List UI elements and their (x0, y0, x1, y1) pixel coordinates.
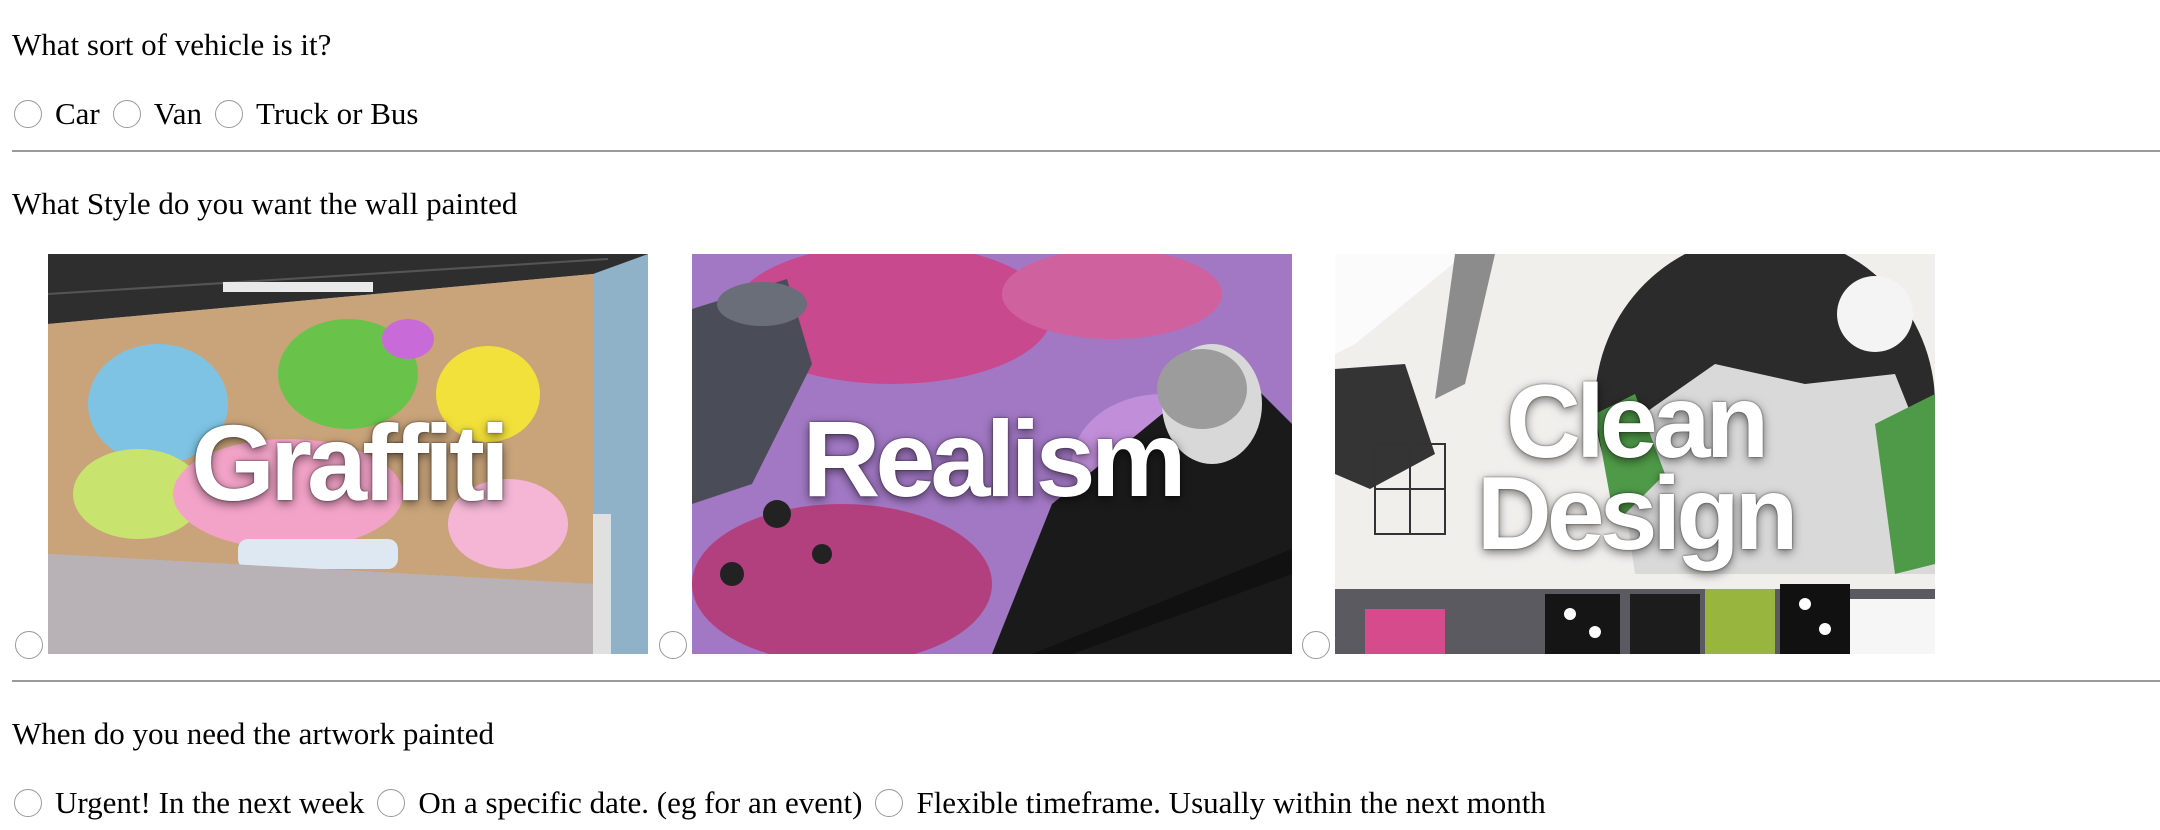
vehicle-options: Car Van Truck or Bus (14, 96, 431, 132)
vehicle-radio-truck-bus[interactable] (214, 100, 243, 128)
vehicle-question: What sort of vehicle is it? (12, 27, 332, 62)
realism-title-overlay: Realism (692, 254, 1292, 654)
style-radio-clean-design[interactable] (1302, 631, 1330, 659)
style-option-clean-design-image[interactable]: Clean Design (1335, 254, 1935, 654)
style-option-realism-image[interactable]: Realism (692, 254, 1292, 654)
vehicle-option-car-label[interactable]: Car (55, 96, 100, 132)
style-option-graffiti-image[interactable]: Graffiti (48, 254, 648, 654)
timing-radio-specific-date[interactable] (377, 789, 406, 817)
vehicle-radio-car[interactable] (14, 100, 42, 128)
vehicle-option-truck-bus-label[interactable]: Truck or Bus (256, 96, 419, 132)
clean-design-title-overlay: Clean Design (1335, 254, 1935, 654)
timing-radio-urgent[interactable] (14, 789, 42, 817)
timing-options: Urgent! In the next week On a specific d… (14, 785, 1559, 821)
timing-radio-flexible[interactable] (875, 789, 904, 817)
style-radio-realism[interactable] (659, 631, 687, 659)
style-question: What Style do you want the wall painted (12, 186, 518, 221)
clean-design-title-line1: Clean (1505, 364, 1769, 480)
realism-title: Realism (802, 397, 1186, 519)
timing-option-specific-date-label[interactable]: On a specific date. (eg for an event) (418, 785, 862, 821)
vehicle-radio-van[interactable] (112, 100, 141, 128)
graffiti-title: Graffiti (190, 401, 510, 523)
clean-design-title-line2: Design (1476, 456, 1799, 572)
timing-question: When do you need the artwork painted (12, 716, 495, 751)
style-radio-graffiti[interactable] (15, 631, 43, 659)
divider (12, 150, 2160, 152)
vehicle-option-van-label[interactable]: Van (154, 96, 202, 132)
timing-option-urgent-label[interactable]: Urgent! In the next week (55, 785, 364, 821)
divider (12, 680, 2160, 682)
graffiti-title-overlay: Graffiti (48, 254, 648, 654)
timing-option-flexible-label[interactable]: Flexible timeframe. Usually within the n… (916, 785, 1545, 821)
